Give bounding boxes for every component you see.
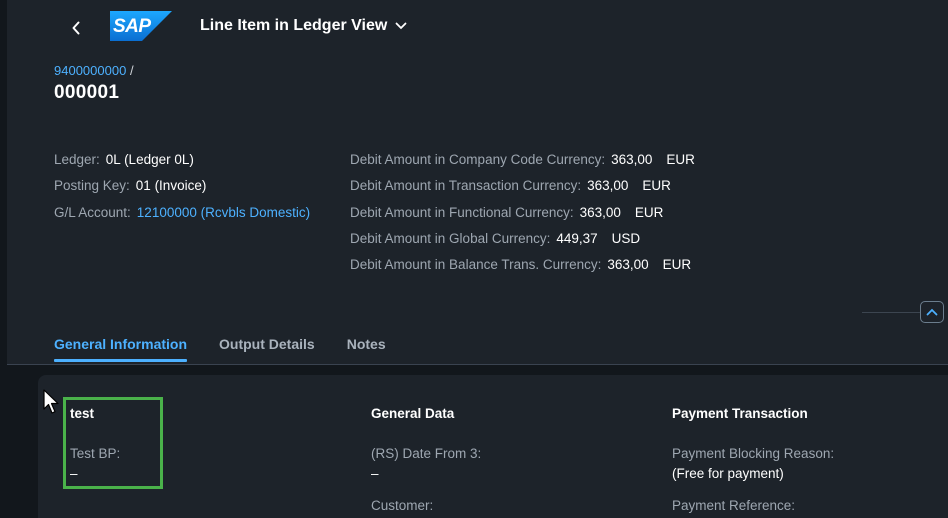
header-attributes-right: Debit Amount in Company Code Currency: 3… — [350, 152, 695, 283]
attribute-label: Debit Amount in Balance Trans. Currency: — [350, 257, 602, 273]
app-title-menu[interactable]: Line Item in Ledger View — [200, 17, 407, 35]
attribute-label: Debit Amount in Company Code Currency: — [350, 152, 606, 167]
attribute-label: Debit Amount in Global Currency: — [350, 230, 551, 246]
currency-code: USD — [611, 230, 641, 246]
attribute-label: Posting Key: — [54, 178, 130, 194]
field-label-payment-blocking-reason: Payment Blocking Reason: — [672, 446, 835, 461]
attribute-value: 01 (Invoice) — [135, 178, 207, 194]
breadcrumb-separator: / — [129, 63, 134, 78]
attribute-label: Ledger: — [54, 152, 100, 167]
header-attributes-left: Ledger: 0L (Ledger 0L) Posting Key: 01 (… — [54, 152, 310, 231]
amount-value: 363,00 — [607, 257, 649, 273]
attribute-ledger: Ledger: 0L (Ledger 0L) — [54, 152, 310, 178]
tab-general-information[interactable]: General Information — [54, 336, 188, 362]
collapse-header-button[interactable] — [920, 301, 944, 323]
amount-value: 449,37 — [556, 230, 598, 246]
breadcrumb-link[interactable]: 9400000000 — [54, 63, 126, 78]
breadcrumb: 9400000000 / — [54, 63, 134, 78]
attribute-debit-company-code: Debit Amount in Company Code Currency: 3… — [350, 152, 695, 178]
header-collapse-divider — [862, 312, 920, 313]
currency-code: EUR — [662, 257, 692, 273]
tab-output-details[interactable]: Output Details — [219, 336, 315, 362]
sap-logo: SAP — [110, 11, 172, 41]
tab-notes[interactable]: Notes — [347, 336, 386, 362]
currency-code: EUR — [642, 178, 671, 194]
amount-value: 363,00 — [587, 178, 629, 194]
left-edge-strip — [0, 0, 7, 518]
gl-account-link[interactable]: 12100000 (Rcvbls Domestic) — [137, 205, 310, 220]
attribute-label: Debit Amount in Functional Currency: — [350, 204, 574, 220]
field-label-customer: Customer: — [371, 498, 434, 513]
chevron-down-icon — [395, 22, 407, 30]
highlight-annotation-box — [63, 397, 163, 489]
attribute-posting-key: Posting Key: 01 (Invoice) — [54, 178, 310, 204]
attribute-debit-global: Debit Amount in Global Currency: 449,37 … — [350, 231, 695, 257]
amount-value: 363,00 — [579, 204, 621, 220]
attribute-label: G/L Account: — [54, 204, 131, 220]
sap-logo-text: SAP — [113, 16, 151, 37]
back-button[interactable] — [62, 14, 90, 42]
chevron-left-icon — [72, 21, 80, 35]
section-title-payment-transaction: Payment Transaction — [672, 406, 808, 421]
currency-code: EUR — [634, 204, 664, 220]
attribute-label: Debit Amount in Transaction Currency: — [350, 178, 582, 194]
amount-value: 363,00 — [611, 152, 653, 167]
section-title-general-data: General Data — [371, 406, 455, 421]
field-value-rs-date-from: – — [371, 466, 379, 481]
attribute-debit-balance-trans: Debit Amount in Balance Trans. Currency:… — [350, 257, 695, 283]
mouse-pointer-icon — [43, 389, 59, 414]
field-label-payment-reference: Payment Reference: — [672, 498, 796, 513]
attribute-value: 0L (Ledger 0L) — [105, 152, 194, 167]
field-value-payment-blocking-reason: (Free for payment) — [672, 466, 784, 481]
currency-code: EUR — [666, 152, 695, 167]
object-title: 000001 — [54, 82, 120, 103]
chevron-up-icon — [926, 308, 938, 316]
attribute-debit-transaction: Debit Amount in Transaction Currency: 36… — [350, 178, 695, 204]
app-title: Line Item in Ledger View — [200, 17, 388, 34]
attribute-gl-account: G/L Account: 12100000 (Rcvbls Domestic) — [54, 205, 310, 231]
field-label-rs-date-from: (RS) Date From 3: — [371, 446, 482, 461]
attribute-debit-functional: Debit Amount in Functional Currency: 363… — [350, 205, 695, 231]
section-tabs: General Information Output Details Notes — [54, 336, 418, 362]
